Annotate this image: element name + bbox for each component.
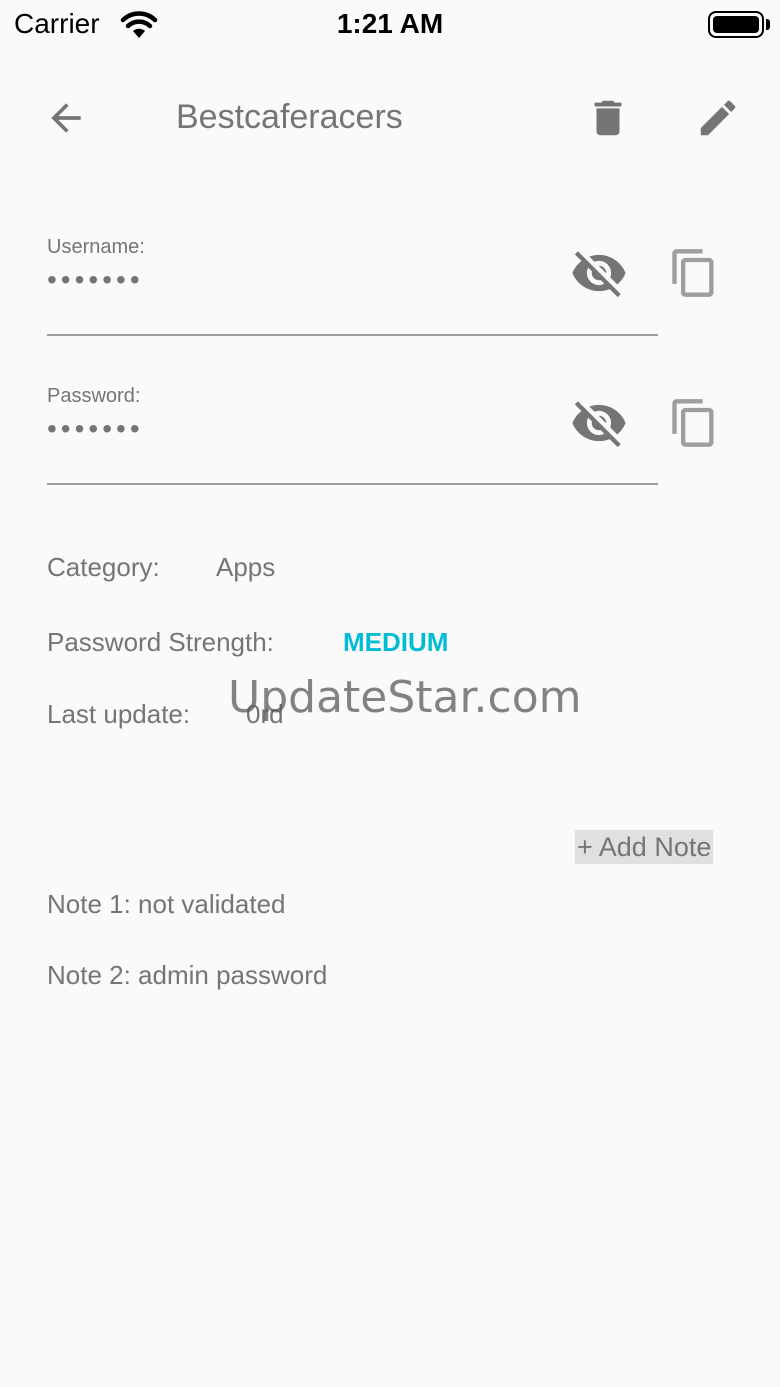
- copy-icon: [672, 399, 714, 447]
- password-label: Password:: [47, 385, 141, 407]
- category-row: Category: Apps: [47, 552, 275, 583]
- username-label: Username:: [47, 236, 145, 258]
- watermark: UpdateStar.com: [228, 672, 582, 723]
- page-title: Bestcaferacers: [176, 98, 403, 136]
- add-note-button[interactable]: + Add Note: [575, 830, 714, 864]
- password-value[interactable]: •••••••: [47, 413, 144, 445]
- eye-off-icon: [572, 401, 626, 448]
- back-button[interactable]: [36, 88, 96, 148]
- username-visibility-toggle[interactable]: [569, 243, 629, 303]
- category-value: Apps: [216, 552, 276, 582]
- delete-button[interactable]: [578, 88, 638, 148]
- note-item[interactable]: Note 1: not validated: [47, 889, 286, 920]
- last-update-label: Last update:: [47, 699, 191, 729]
- username-copy-button[interactable]: [664, 243, 724, 303]
- trash-icon: [594, 100, 622, 136]
- category-label: Category:: [47, 552, 160, 582]
- username-field[interactable]: Username: •••••••: [47, 236, 658, 336]
- pencil-icon: [700, 100, 736, 136]
- edit-button[interactable]: [688, 88, 748, 148]
- password-strength-row: Password Strength: MEDIUM: [47, 627, 448, 658]
- eye-off-icon: [572, 251, 626, 298]
- arrow-back-icon: [51, 103, 81, 133]
- note-item[interactable]: Note 2: admin password: [47, 960, 327, 991]
- battery-icon: [708, 11, 764, 38]
- battery-cap: [766, 19, 770, 30]
- status-time: 1:21 AM: [336, 8, 444, 39]
- strength-value: MEDIUM: [343, 627, 449, 657]
- password-copy-button[interactable]: [664, 393, 724, 453]
- strength-label: Password Strength:: [47, 627, 274, 657]
- password-field[interactable]: Password: •••••••: [47, 385, 658, 485]
- copy-icon: [672, 249, 714, 297]
- password-visibility-toggle[interactable]: [569, 393, 629, 453]
- app-bar: Bestcaferacers: [0, 80, 780, 156]
- username-value[interactable]: •••••••: [47, 264, 144, 296]
- status-bar: Carrier 1:21 AM: [0, 0, 780, 50]
